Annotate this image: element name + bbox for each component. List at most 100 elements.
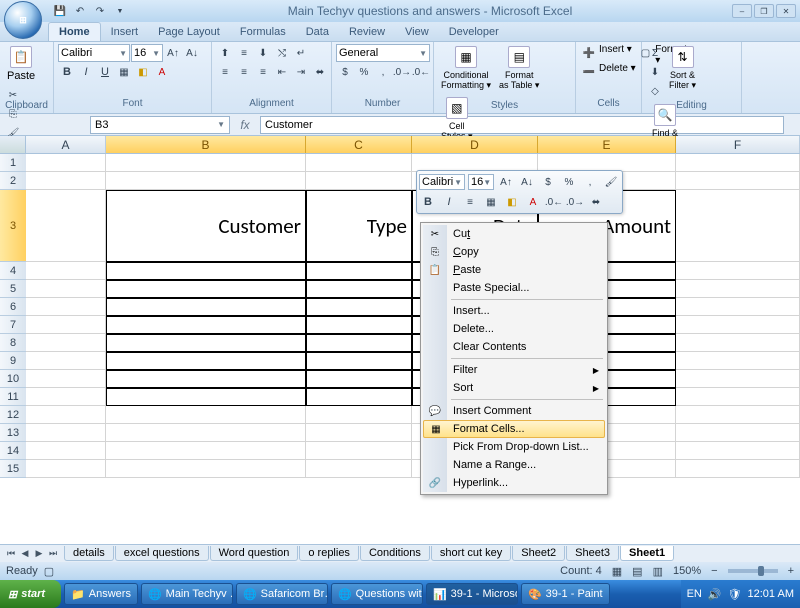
select-all-corner[interactable] — [0, 136, 26, 153]
tray-network-icon[interactable]: 🛡 — [728, 588, 742, 601]
mini-font-combo[interactable]: Calibri▼ — [419, 174, 465, 190]
zoom-out-icon[interactable]: − — [711, 565, 717, 577]
zoom-slider[interactable] — [728, 569, 778, 573]
decrease-indent-icon[interactable]: ⇤ — [273, 63, 291, 81]
row-7[interactable]: 7 — [0, 316, 26, 334]
orientation-icon[interactable]: ⤭ — [273, 44, 291, 62]
row-11[interactable]: 11 — [0, 388, 26, 406]
mini-dec-icon[interactable]: .0← — [545, 193, 563, 211]
task-answers[interactable]: 📁Answers — [64, 583, 138, 605]
view-normal-icon[interactable]: ▦ — [612, 565, 622, 578]
tab-view[interactable]: View — [395, 23, 439, 41]
mini-align-icon[interactable]: ≡ — [461, 193, 479, 211]
sort-filter-button[interactable]: ⇅Sort & Filter ▾ — [666, 44, 699, 93]
mini-inc-icon[interactable]: .0→ — [566, 193, 584, 211]
row-13[interactable]: 13 — [0, 424, 26, 442]
mini-merge-icon[interactable]: ⬌ — [587, 193, 605, 211]
sheet-o-replies[interactable]: o replies — [299, 546, 359, 561]
redo-icon[interactable]: ↷ — [92, 3, 108, 19]
tray-volume-icon[interactable]: 🔊 — [708, 588, 722, 601]
row-4[interactable]: 4 — [0, 262, 26, 280]
sheet-nav-next-icon[interactable]: ▶ — [32, 547, 46, 561]
format-as-table-button[interactable]: ▤Format as Table ▾ — [496, 44, 542, 93]
ctx-sort[interactable]: Sort▶ — [423, 379, 605, 397]
ctx-format-cells[interactable]: ▦Format Cells... — [423, 420, 605, 438]
mini-fill-icon[interactable]: ◧ — [503, 193, 521, 211]
italic-button[interactable]: I — [77, 63, 95, 81]
sheet-nav-last-icon[interactable]: ⏭ — [46, 547, 60, 561]
align-left-icon[interactable]: ≡ — [216, 63, 234, 81]
align-middle-icon[interactable]: ≡ — [235, 44, 253, 62]
mini-percent-icon[interactable]: % — [560, 173, 578, 191]
tab-formulas[interactable]: Formulas — [230, 23, 296, 41]
increase-indent-icon[interactable]: ⇥ — [292, 63, 310, 81]
cell-C3[interactable]: Type — [306, 190, 412, 262]
mini-fontcolor-icon[interactable]: A — [524, 193, 542, 211]
col-E[interactable]: E — [538, 136, 676, 153]
ctx-paste-special[interactable]: Paste Special... — [423, 279, 605, 297]
font-name-combo[interactable]: Calibri▼ — [58, 44, 130, 62]
sheet-word-question[interactable]: Word question — [210, 546, 299, 561]
ctx-name-range[interactable]: Name a Range... — [423, 456, 605, 474]
grow-font-icon[interactable]: A↑ — [164, 44, 182, 62]
ctx-insert[interactable]: Insert... — [423, 302, 605, 320]
tab-home[interactable]: Home — [48, 22, 101, 41]
merge-center-icon[interactable]: ⬌ — [311, 63, 329, 81]
ctx-clear-contents[interactable]: Clear Contents — [423, 338, 605, 356]
cell-B3[interactable]: Customer — [106, 190, 306, 262]
tab-developer[interactable]: Developer — [439, 23, 509, 41]
align-right-icon[interactable]: ≡ — [254, 63, 272, 81]
row-2[interactable]: 2 — [0, 172, 26, 190]
row-9[interactable]: 9 — [0, 352, 26, 370]
sheet-conditions[interactable]: Conditions — [360, 546, 430, 561]
shrink-font-icon[interactable]: A↓ — [183, 44, 201, 62]
ctx-copy[interactable]: ⎘Copy — [423, 243, 605, 261]
row-5[interactable]: 5 — [0, 280, 26, 298]
row-1[interactable]: 1 — [0, 154, 26, 172]
fill-color-button[interactable]: ◧ — [134, 63, 152, 81]
tray-clock[interactable]: 12:01 AM — [748, 588, 794, 600]
underline-button[interactable]: U — [96, 63, 114, 81]
mini-border-icon[interactable]: ▦ — [482, 193, 500, 211]
ctx-insert-comment[interactable]: 💬Insert Comment — [423, 402, 605, 420]
paste-button[interactable]: 📋Paste — [4, 44, 38, 84]
row-12[interactable]: 12 — [0, 406, 26, 424]
ctx-pick-list[interactable]: Pick From Drop-down List... — [423, 438, 605, 456]
currency-icon[interactable]: $ — [336, 63, 354, 81]
ctx-delete[interactable]: Delete... — [423, 320, 605, 338]
insert-cells-button[interactable]: ➕Insert ▾ — [580, 44, 632, 62]
name-box[interactable]: B3▼ — [90, 116, 230, 134]
col-F[interactable]: F — [676, 136, 800, 153]
tab-insert[interactable]: Insert — [101, 23, 149, 41]
col-C[interactable]: C — [306, 136, 412, 153]
mini-italic-icon[interactable]: I — [440, 193, 458, 211]
font-size-combo[interactable]: 16▼ — [131, 44, 163, 62]
decrease-decimal-icon[interactable]: .0← — [412, 63, 430, 81]
view-break-icon[interactable]: ▥ — [653, 565, 663, 578]
sheet-short-cut-key[interactable]: short cut key — [431, 546, 511, 561]
sheet-nav-first-icon[interactable]: ⏮ — [4, 547, 18, 561]
row-3[interactable]: 3 — [0, 190, 26, 262]
restore-button[interactable]: ❐ — [754, 4, 774, 18]
start-button[interactable]: ⊞start — [0, 580, 61, 608]
col-D[interactable]: D — [412, 136, 538, 153]
mini-size-combo[interactable]: 16▼ — [468, 174, 494, 190]
office-button[interactable]: ⊞ — [4, 1, 42, 39]
sheet-nav-prev-icon[interactable]: ◀ — [18, 547, 32, 561]
align-center-icon[interactable]: ≡ — [235, 63, 253, 81]
sheet-sheet3[interactable]: Sheet3 — [566, 546, 619, 561]
ctx-paste[interactable]: 📋Paste — [423, 261, 605, 279]
mini-comma-icon[interactable]: , — [581, 173, 599, 191]
tab-page-layout[interactable]: Page Layout — [148, 23, 230, 41]
tab-review[interactable]: Review — [339, 23, 395, 41]
comma-icon[interactable]: , — [374, 63, 392, 81]
task-excel[interactable]: 📊39-1 - Microsof… — [426, 583, 518, 605]
worksheet-grid[interactable]: A B C D E F 1 2 3 4 5 6 7 8 9 10 11 12 1… — [0, 136, 800, 544]
row-6[interactable]: 6 — [0, 298, 26, 316]
row-15[interactable]: 15 — [0, 460, 26, 478]
increase-decimal-icon[interactable]: .0→ — [393, 63, 411, 81]
formula-input[interactable]: Customer — [260, 116, 784, 134]
ctx-hyperlink[interactable]: 🔗Hyperlink... — [423, 474, 605, 492]
col-B[interactable]: B — [106, 136, 306, 153]
sheet-sheet2[interactable]: Sheet2 — [512, 546, 565, 561]
